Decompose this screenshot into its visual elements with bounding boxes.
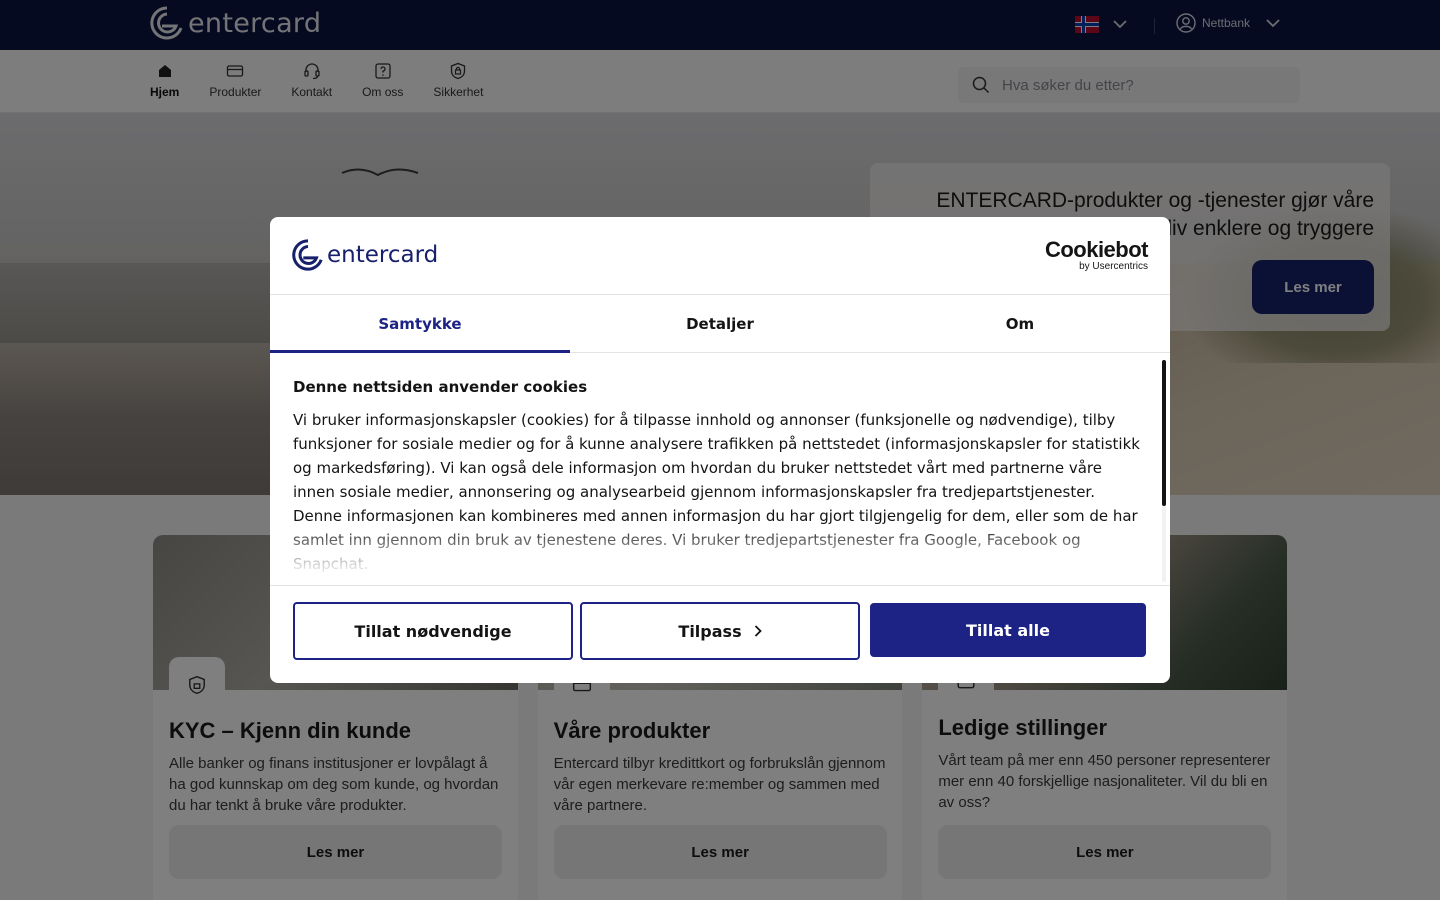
dialog-logo-text: entercard xyxy=(327,242,439,268)
dialog-header: entercard Cookiebot by Usercentrics xyxy=(270,217,1170,295)
cookiebot-name: Cookiebot xyxy=(1044,237,1149,262)
cookiebot-logo[interactable]: Cookiebot by Usercentrics xyxy=(1044,237,1149,273)
tab-samtykke[interactable]: Samtykke xyxy=(270,295,570,353)
dialog-heading: Denne nettsiden anvender cookies xyxy=(293,378,588,396)
text-fade xyxy=(270,524,1150,585)
allow-necessary-label: Tillat nødvendige xyxy=(354,621,512,641)
dialog-tabs: Samtykke Detaljer Om xyxy=(270,295,1170,353)
scrollbar-thumb[interactable] xyxy=(1162,360,1166,506)
customize-button[interactable]: Tilpass xyxy=(580,602,860,660)
cookiebot-sub: by Usercentrics xyxy=(1079,261,1148,272)
dialog-body: Denne nettsiden anvender cookies Vi bruk… xyxy=(270,354,1170,585)
tab-detaljer[interactable]: Detaljer xyxy=(570,295,870,352)
cookie-consent-dialog: entercard Cookiebot by Usercentrics Samt… xyxy=(270,217,1170,683)
dialog-entercard-logo: entercard xyxy=(292,239,438,271)
allow-necessary-button[interactable]: Tillat nødvendige xyxy=(293,602,573,660)
allow-all-button[interactable]: Tillat alle xyxy=(870,603,1146,657)
chevron-right-icon xyxy=(754,625,762,637)
tab-om[interactable]: Om xyxy=(870,295,1170,352)
dialog-footer: Tillat nødvendige Tilpass Tillat alle xyxy=(270,585,1170,683)
allow-all-label: Tillat alle xyxy=(966,620,1050,640)
customize-label: Tilpass xyxy=(678,621,742,641)
entercard-logo-mark xyxy=(292,239,323,271)
